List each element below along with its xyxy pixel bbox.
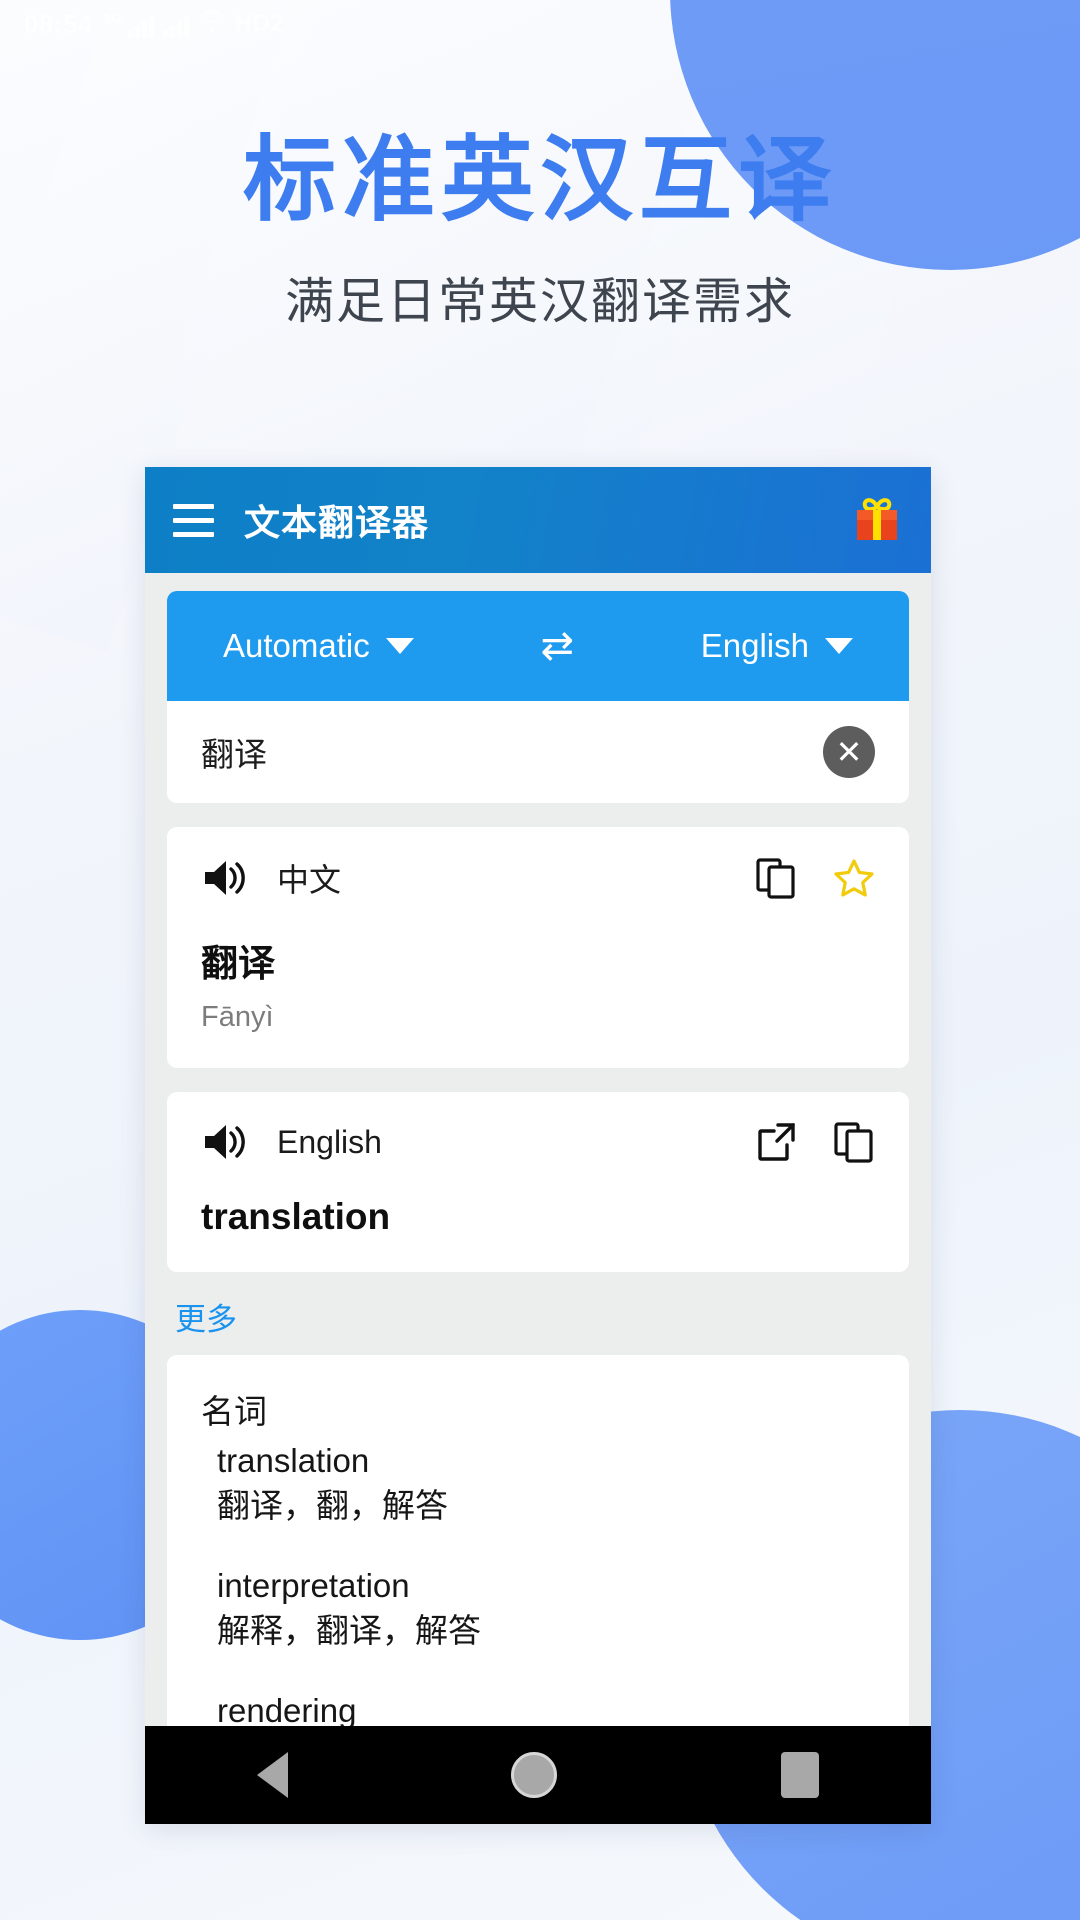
target-card-header: English [201, 1120, 875, 1164]
source-card-header: 中文 [201, 855, 875, 901]
hero-section: 标准英汉互译 满足日常英汉翻译需求 [0, 130, 1080, 333]
android-nav-bar [145, 1726, 931, 1824]
gift-box-icon[interactable] [851, 494, 903, 546]
source-language-selector[interactable]: Automatic [223, 627, 414, 665]
app-title: 文本翻译器 [244, 502, 430, 543]
dictionary-sense-english: translation [217, 1442, 370, 1479]
source-result-card: 中文 翻译 Fānyì [167, 827, 909, 1068]
part-of-speech-label: 名词 [201, 1393, 267, 1430]
target-card-text: translation [201, 1196, 391, 1237]
signal-bars-icon-2 [162, 15, 189, 38]
target-language-label: English [700, 627, 809, 664]
speaker-icon[interactable] [201, 856, 251, 900]
status-bar-time: 08:54 [24, 8, 93, 39]
language-selector-bar: Automatic ⇄ English [167, 591, 909, 701]
dictionary-sense-english: interpretation [217, 1567, 410, 1605]
hero-subtitle: 满足日常英汉翻译需求 [284, 275, 795, 330]
source-card-language: 中文 [277, 862, 342, 898]
source-card-text: 翻译 [201, 943, 275, 984]
dictionary-sense: interpretation 解释，翻译，解答 [201, 1564, 875, 1653]
dictionary-sense: translation 翻译，翻，解答 [201, 1439, 875, 1528]
hd-voice-label: HD2 [234, 10, 285, 37]
hamburger-menu-icon[interactable] [173, 503, 214, 537]
signal-bars-icon [127, 15, 154, 38]
clear-circle-icon[interactable]: ✕ [823, 726, 875, 778]
phone-screenshot: 文本翻译器 Automatic ⇄ English 翻译 ✕ 中文 翻译 Fān… [145, 467, 931, 1824]
dictionary-sense-chinese: 翻译，翻，解答 [217, 1486, 448, 1524]
status-bar-icons: 3G HD2 [103, 10, 284, 38]
target-card-actions [755, 1121, 875, 1163]
more-link[interactable]: 更多 [175, 1294, 909, 1339]
copy-icon-target[interactable] [833, 1121, 875, 1163]
search-input[interactable]: 翻译 [201, 728, 267, 776]
source-card-pinyin: Fānyì [201, 1001, 274, 1033]
speaker-icon-target[interactable] [201, 1120, 251, 1164]
swap-arrows-icon[interactable]: ⇄ [540, 626, 574, 666]
translation-input-area[interactable]: 翻译 ✕ [167, 701, 909, 803]
chevron-down-icon-2 [824, 638, 853, 654]
wifi-icon [197, 10, 226, 38]
recents-square-icon[interactable] [781, 1752, 820, 1798]
copy-icon[interactable] [755, 857, 797, 899]
app-bar: 文本翻译器 [145, 467, 931, 573]
source-language-label: Automatic [223, 627, 370, 664]
home-circle-icon[interactable] [511, 1752, 558, 1798]
network-type-label: 3G [103, 10, 123, 26]
target-result-card: English translation [167, 1092, 909, 1272]
chevron-down-icon [385, 638, 414, 654]
status-bar: 08:54 3G HD2 [0, 0, 1080, 48]
back-triangle-icon[interactable] [256, 1752, 288, 1798]
source-card-actions [755, 857, 875, 899]
target-card-language: English [277, 1123, 382, 1160]
star-outline-icon[interactable] [833, 857, 875, 899]
hero-title: 标准英汉互译 [243, 128, 837, 232]
dictionary-sense-chinese: 解释，翻译，解答 [217, 1611, 481, 1649]
target-language-selector[interactable]: English [701, 627, 853, 665]
external-link-icon[interactable] [755, 1121, 797, 1163]
